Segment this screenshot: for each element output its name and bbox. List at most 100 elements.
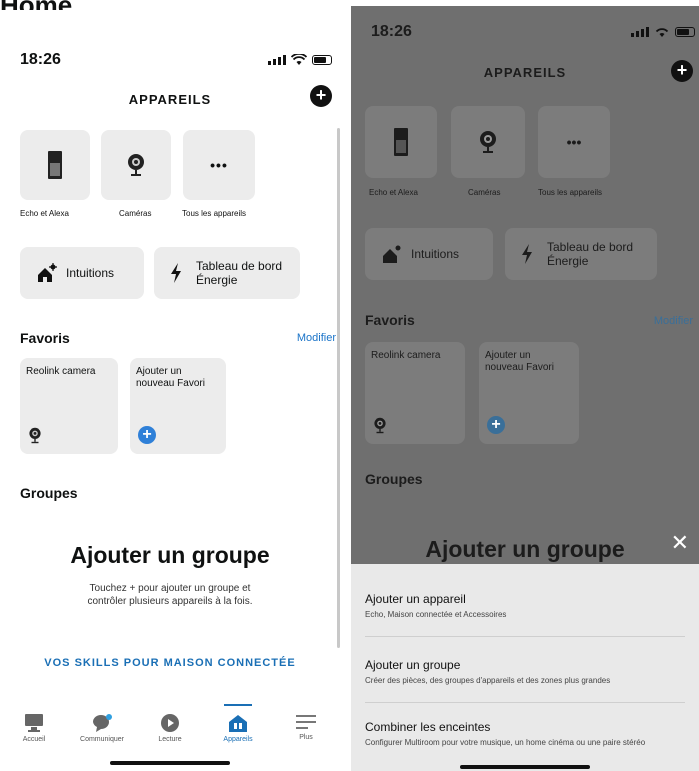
- energy-button-dim[interactable]: Tableau de bord Énergie: [505, 228, 657, 280]
- add-device-button-dim[interactable]: +: [671, 60, 693, 82]
- category-cameras-dim[interactable]: [451, 106, 525, 178]
- add-menu-sheet: Ajouter un appareil Echo, Maison connect…: [351, 564, 699, 771]
- intuitions-label-dim: Intuitions: [411, 247, 460, 261]
- add-favorite-line1: Ajouter un: [136, 366, 182, 377]
- intuitions-button[interactable]: Intuitions: [20, 247, 144, 299]
- intuitions-label: Intuitions: [66, 266, 115, 280]
- edit-favorites-link[interactable]: Modifier: [297, 332, 336, 344]
- category-echo[interactable]: [20, 130, 90, 200]
- dimmed-background[interactable]: 18:26 APPAREILS + Echo et Alexa Caméras …: [351, 6, 699, 564]
- menu-lines-icon: [296, 715, 316, 729]
- divider: [365, 702, 685, 703]
- category-echo-label-dim: Echo et Alexa: [369, 188, 418, 197]
- add-menu-screen: 18:26 APPAREILS + Echo et Alexa Caméras …: [351, 6, 699, 771]
- home-indicator: [110, 761, 230, 765]
- status-time-dim: 18:26: [371, 23, 412, 40]
- home-tab-icon: [25, 714, 43, 732]
- groups-title-dim: Groupes: [365, 471, 423, 487]
- favorites-title: Favoris: [20, 330, 70, 346]
- tab-lecture[interactable]: Lecture: [138, 708, 202, 758]
- intuitions-button-dim[interactable]: Intuitions: [365, 228, 493, 280]
- devices-screen: 18:26 APPAREILS + Echo et Alexa Caméras …: [0, 10, 340, 771]
- divider: [365, 636, 685, 637]
- add-circle-icon: +: [487, 416, 505, 434]
- scrollbar[interactable]: [337, 128, 340, 648]
- add-group-desc-line1: Touchez + pour ajouter un groupe et: [89, 583, 251, 594]
- add-device-option-title: Ajouter un appareil: [365, 592, 466, 606]
- groups-title: Groupes: [20, 485, 78, 501]
- intuitions-icon: [383, 245, 401, 263]
- combine-speakers-option[interactable]: Combiner les enceintes Configurer Multir…: [365, 720, 685, 748]
- status-icons-dim: [631, 26, 695, 38]
- add-favorite-line2-dim: nouveau Favori: [485, 362, 554, 373]
- category-cameras-label: Caméras: [119, 209, 152, 218]
- favorites-title-dim: Favoris: [365, 312, 415, 328]
- wifi-icon: [655, 28, 669, 37]
- more-dots-icon: •••: [566, 134, 582, 150]
- battery-icon: [312, 55, 332, 65]
- add-favorite-dim[interactable]: Ajouter un nouveau Favori +: [479, 342, 579, 444]
- favorite-reolink[interactable]: Reolink camera: [20, 358, 118, 454]
- devices-home-icon: [229, 715, 247, 732]
- edit-favorites-link-dim[interactable]: Modifier: [654, 315, 693, 327]
- category-all-dim[interactable]: •••: [538, 106, 610, 178]
- category-all-devices[interactable]: •••: [183, 130, 255, 200]
- camera-icon: [374, 417, 386, 434]
- page-title: APPAREILS: [128, 92, 212, 107]
- tab-plus[interactable]: Plus: [274, 708, 338, 758]
- status-icons: [268, 54, 332, 66]
- favorite-reolink-label-dim: Reolink camera: [371, 350, 441, 361]
- category-all-label: Tous les appareils: [182, 209, 247, 218]
- category-cameras[interactable]: [101, 130, 171, 200]
- wifi-icon: [291, 54, 307, 65]
- page-title-dim: APPAREILS: [483, 65, 567, 80]
- add-device-option-desc: Echo, Maison connectée et Accessoires: [365, 610, 507, 619]
- tab-accueil[interactable]: Accueil: [2, 708, 66, 758]
- add-group-desc-line2: contrôler plusieurs appareils à la fois.: [87, 596, 253, 607]
- add-group-heading: Ajouter un groupe: [70, 542, 270, 568]
- add-device-button[interactable]: +: [310, 85, 332, 107]
- energy-line2-dim: Énergie: [547, 254, 589, 268]
- add-favorite-tile[interactable]: Ajouter un nouveau Favori +: [130, 358, 226, 454]
- add-group-option-title: Ajouter un groupe: [365, 658, 461, 672]
- signal-icon: [268, 55, 286, 65]
- intuitions-icon: [38, 263, 57, 282]
- camera-icon: [29, 427, 41, 444]
- tab-communiquer-label: Communiquer: [80, 736, 124, 743]
- favorite-reolink-label: Reolink camera: [26, 366, 96, 377]
- favorite-reolink-dim[interactable]: Reolink camera: [365, 342, 465, 444]
- energy-label-line1: Tableau de bord: [196, 259, 283, 273]
- home-indicator: [460, 765, 590, 769]
- energy-dashboard-button[interactable]: Tableau de bord Énergie: [154, 247, 300, 299]
- combine-speakers-option-desc: Configurer Multiroom pour votre musique,…: [365, 738, 646, 747]
- add-circle-icon: +: [138, 426, 156, 444]
- category-all-label-dim: Tous les appareils: [538, 188, 603, 197]
- add-favorite-line2: nouveau Favori: [136, 378, 205, 389]
- lightning-icon: [171, 263, 181, 283]
- tab-communiquer[interactable]: Communiquer: [70, 708, 134, 758]
- close-menu-button[interactable]: ✕: [671, 532, 689, 554]
- echo-device-icon: [394, 128, 408, 156]
- tab-appareils[interactable]: Appareils: [206, 704, 270, 758]
- tab-bar: Accueil Communiquer Lecture Appareils Pl…: [0, 704, 340, 758]
- add-group-option-desc: Créer des pièces, des groupes d'appareil…: [365, 676, 611, 685]
- chat-bubble-icon: [93, 714, 112, 732]
- play-icon: [161, 714, 179, 732]
- tab-accueil-label: Accueil: [22, 736, 46, 743]
- tab-appareils-label: Appareils: [223, 736, 253, 743]
- smart-home-skills-link[interactable]: VOS SKILLS POUR MAISON CONNECTÉE: [0, 657, 340, 669]
- echo-device-icon: [48, 151, 62, 179]
- energy-line1-dim: Tableau de bord: [547, 240, 634, 254]
- lightning-icon: [522, 244, 532, 264]
- combine-speakers-option-title: Combiner les enceintes: [365, 720, 491, 734]
- energy-label-line2: Énergie: [196, 273, 238, 287]
- add-device-option[interactable]: Ajouter un appareil Echo, Maison connect…: [365, 592, 685, 620]
- category-echo-dim[interactable]: [365, 106, 437, 178]
- tab-plus-label: Plus: [299, 734, 313, 741]
- signal-icon: [631, 27, 649, 37]
- add-group-option[interactable]: Ajouter un groupe Créer des pièces, des …: [365, 658, 685, 686]
- battery-icon: [675, 27, 695, 37]
- status-bar-dim: 18:26: [371, 20, 695, 44]
- status-bar: 18:26: [20, 48, 332, 72]
- category-echo-label: Echo et Alexa: [20, 209, 69, 218]
